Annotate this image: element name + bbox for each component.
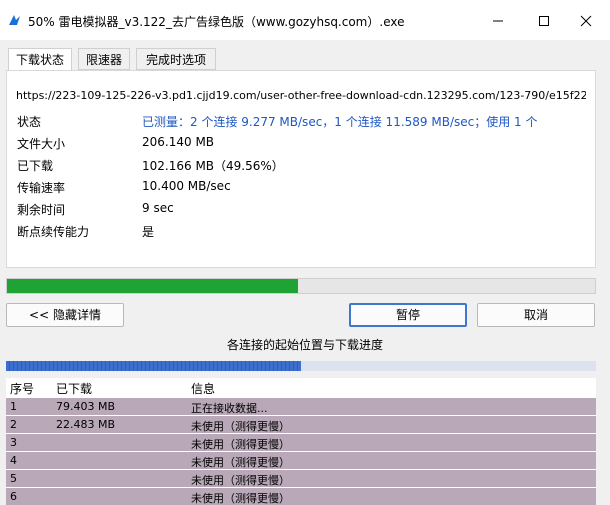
download-info-panel: https://223-109-125-226-v3.pd1.cjjd19.co… <box>6 70 596 268</box>
connections-table: 序号 已下载 信息 1 79.403 MB 正在接收数据... 2 22.483 MB 未… <box>6 378 596 505</box>
table-row[interactable]: 6 未使用（测得更慢） <box>6 488 596 505</box>
cell-index: 3 <box>10 436 17 449</box>
table-header: 序号 已下载 信息 <box>6 378 596 396</box>
connections-caption: 各连接的起始位置与下载进度 <box>226 338 383 352</box>
file-size-value: 206.140 MB <box>142 135 215 149</box>
cell-info: 未使用（测得更慢） <box>191 492 290 505</box>
title-bar: 50% 雷电模拟器_v3.122_去广告绿色版（www.gozyhsq.com）… <box>0 0 610 40</box>
table-row[interactable]: 5 未使用（测得更慢） <box>6 470 596 487</box>
maximize-icon <box>539 16 549 26</box>
cancel-button[interactable]: 取消 <box>477 303 595 327</box>
minimize-icon <box>493 20 503 22</box>
tab-speed-limiter[interactable]: 限速器 <box>78 48 130 70</box>
table-row[interactable]: 3 未使用（测得更慢） <box>6 434 596 451</box>
cell-index: 5 <box>10 472 17 485</box>
pause-button[interactable]: 暂停 <box>349 303 467 327</box>
cell-downloaded: 79.403 MB <box>56 400 116 413</box>
time-left-label: 剩余时间 <box>17 203 66 217</box>
table-row[interactable]: 1 79.403 MB 正在接收数据... <box>6 398 596 415</box>
tab-completion-options[interactable]: 完成时选项 <box>136 48 216 70</box>
download-progress-bar <box>6 278 596 294</box>
transfer-rate-label: 传输速率 <box>17 181 66 195</box>
downloaded-value: 102.166 MB（49.56%） <box>142 159 284 173</box>
download-progress-fill <box>7 279 299 293</box>
table-row[interactable]: 4 未使用（测得更慢） <box>6 452 596 469</box>
connection-progress-fill <box>6 361 301 371</box>
close-icon <box>580 15 592 27</box>
status-value: 已测量：2 个连接 9.277 MB/sec，1 个连接 11.589 MB/s… <box>142 115 538 129</box>
cell-index: 2 <box>10 418 17 431</box>
header-index: 序号 <box>10 382 35 396</box>
table-row[interactable]: 2 22.483 MB 未使用（测得更慢） <box>6 416 596 433</box>
header-downloaded: 已下载 <box>56 382 93 396</box>
cell-info: 未使用（测得更慢） <box>191 474 290 487</box>
cell-index: 1 <box>10 400 17 413</box>
app-icon <box>9 15 20 25</box>
cell-info: 未使用（测得更慢） <box>191 438 290 451</box>
window-title: 50% 雷电模拟器_v3.122_去广告绿色版（www.gozyhsq.com）… <box>28 15 405 29</box>
downloaded-label: 已下载 <box>17 159 54 173</box>
resume-capability-label: 断点续传能力 <box>17 225 90 239</box>
header-info: 信息 <box>191 382 216 396</box>
cell-info: 正在接收数据... <box>191 402 268 415</box>
cell-info: 未使用（测得更慢） <box>191 456 290 469</box>
hide-details-button[interactable]: << 隐藏详情 <box>6 303 124 327</box>
file-size-label: 文件大小 <box>17 137 66 151</box>
minimize-button[interactable] <box>478 8 518 34</box>
transfer-rate-value: 10.400 MB/sec <box>142 179 231 193</box>
connection-progress-bar <box>6 361 596 371</box>
cell-downloaded: 22.483 MB <box>56 418 116 431</box>
resume-capability-value: 是 <box>142 225 155 239</box>
tab-download-status[interactable]: 下载状态 <box>8 48 72 72</box>
cell-index: 6 <box>10 490 17 503</box>
maximize-button[interactable] <box>524 8 564 34</box>
close-button[interactable] <box>566 8 606 34</box>
download-url: https://223-109-125-226-v3.pd1.cjjd19.co… <box>16 89 586 102</box>
status-label: 状态 <box>17 115 42 129</box>
cell-info: 未使用（测得更慢） <box>191 420 290 433</box>
cell-index: 4 <box>10 454 17 467</box>
time-left-value: 9 sec <box>142 201 174 215</box>
